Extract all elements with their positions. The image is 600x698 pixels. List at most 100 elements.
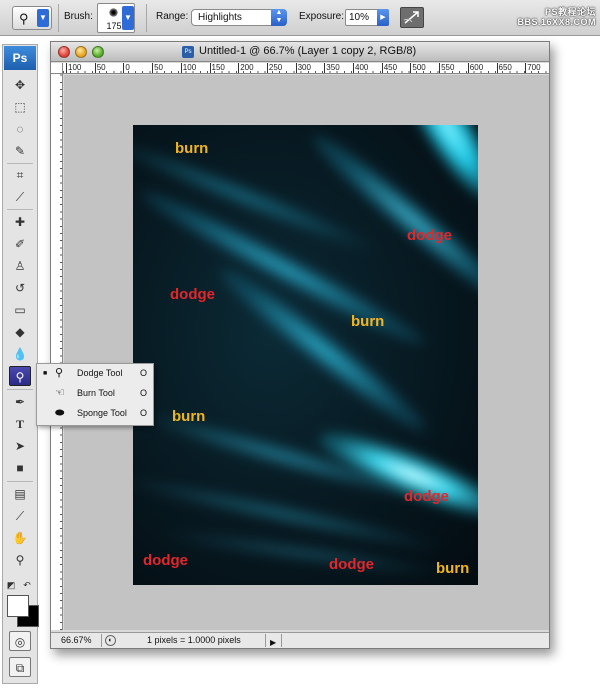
document-titlebar[interactable]: Ps Untitled-1 @ 66.7% (Layer 1 copy 2, R… [51,42,549,62]
ruler-label: 50 [96,63,106,72]
status-menu-arrow-icon[interactable]: ▶ [270,635,276,650]
shape-tool-icon[interactable]: ■ [9,458,31,478]
ruler-label: 250 [268,63,283,72]
notes-tool-icon[interactable]: ▤ [9,484,31,504]
ruler-label: 450 [383,63,398,72]
flyout-item-dodge[interactable]: ■ ⚲ Dodge Tool O [37,364,153,383]
history-brush-tool-icon[interactable]: ↺ [9,278,31,298]
healing-brush-tool-icon[interactable]: ✚ [9,212,31,232]
ruler-label: 0 [125,63,130,72]
annotation-label: dodge [329,556,374,573]
divider [7,389,33,390]
divider [281,634,282,647]
move-tool-icon[interactable]: ✥ [9,75,31,95]
divider [265,634,266,647]
flyout-item-label: Burn Tool [77,388,115,398]
eyedropper-tool-icon[interactable]: ⟋ [9,506,31,526]
ruler-origin[interactable] [51,63,63,74]
zoom-tool-icon[interactable]: ⚲ [9,550,31,570]
status-info: 1 pixels = 1.0000 pixels [147,635,241,645]
brush-label: Brush: [64,11,93,22]
artwork-canvas[interactable]: burn dodge dodge burn burn dodge dodge d… [133,125,478,585]
up-down-arrows-icon: ▲ ▼ [271,9,287,26]
ruler-tick [94,63,96,73]
ruler-tick [152,63,154,73]
ruler-label: 500 [412,63,426,72]
clone-stamp-tool-icon[interactable]: ♙ [9,256,31,276]
quick-mask-icon[interactable]: ◎ [9,631,31,651]
ruler-tick [324,63,326,73]
lasso-tool-icon[interactable]: ◌ [9,119,31,139]
range-value: Highlights [198,12,242,23]
default-colors-icon[interactable]: ◩ [5,575,17,595]
exposure-field[interactable]: 10% ▶ [345,9,389,26]
ruler-tick [353,63,354,73]
swap-colors-icon[interactable]: ↶ [21,575,33,595]
vertical-ruler[interactable] [51,74,63,630]
flyout-item-burn[interactable]: ☜ Burn Tool O [37,384,153,403]
ruler-tick [295,63,297,73]
psd-file-icon: Ps [182,46,194,58]
annotation-label: dodge [170,286,215,303]
burn-icon: ☜ [55,387,65,399]
divider [7,163,33,164]
pen-tool-icon[interactable]: ✒ [9,392,31,412]
foreground-color-swatch[interactable] [7,595,29,617]
ruler-label: 50 [154,63,163,72]
flyout-item-shortcut: O [139,408,147,418]
ruler-label: 150 [211,63,225,72]
horizontal-ruler[interactable]: 100 50 0 50 100 150 200 250 300 350 400 450 500 550 60… [63,63,549,74]
annotation-label: burn [172,408,206,425]
paint-bucket-tool-icon[interactable]: ◆ [9,322,31,342]
slice-tool-icon[interactable]: ⟋ [9,187,31,207]
brush-tool-icon[interactable]: ✐ [9,234,31,254]
divider [58,4,59,32]
airbrush-icon [403,11,419,24]
exposure-slider-arrow-icon: ▶ [377,9,389,26]
range-select[interactable]: Highlights ▲ ▼ [191,9,287,26]
magic-wand-tool-icon[interactable]: ✎ [9,141,31,161]
ruler-label: 550 [441,63,455,72]
path-selection-tool-icon[interactable]: ➤ [9,436,31,456]
type-tool-icon[interactable]: T [9,414,31,434]
dodge-tool-icon[interactable]: ⚲ [9,366,31,386]
annotation-label: burn [175,140,209,157]
brush-tip-icon [109,8,118,17]
brush-dropdown-button[interactable]: ▼ [122,6,134,30]
ruler-tick [266,63,268,73]
ruler-tick [410,63,412,73]
marquee-tool-icon[interactable]: ⬚ [9,97,31,117]
zoom-level[interactable]: 66.67% [61,633,92,648]
ruler-tick [381,63,383,73]
watermark-line-2: BBS.16XX8.COM [517,17,596,27]
divider [101,634,102,647]
tool-preset-picker[interactable]: ⚲ ▼ [12,6,52,30]
light-streak [153,524,453,582]
ruler-tick [496,63,498,73]
close-button[interactable] [58,46,70,58]
minimize-button[interactable] [75,46,87,58]
hand-tool-icon[interactable]: ✋ [9,528,31,548]
eraser-tool-icon[interactable]: ▭ [9,300,31,320]
ruler-label: 100 [68,63,82,72]
zoom-button[interactable] [92,46,104,58]
screen-mode-icon[interactable]: ⧉ [9,657,31,677]
blur-tool-icon[interactable]: 💧 [9,344,31,364]
ruler-label: 650 [498,63,512,72]
divider [146,4,147,32]
divider [7,481,33,482]
dodge-tool-icon: ⚲ [19,11,29,26]
crop-tool-icon[interactable]: ⌗ [9,165,31,185]
ruler-tick [525,63,527,73]
ruler-label: 200 [240,63,254,72]
sponge-icon: ⬬ [55,407,65,419]
exposure-label: Exposure: [299,11,345,22]
status-info-icon[interactable]: ◐ [105,635,116,646]
ruler-tick [439,63,441,73]
ruler-label: 300 [297,63,311,72]
flyout-item-sponge[interactable]: ⬬ Sponge Tool O [37,404,153,423]
exposure-value: 10% [349,12,370,23]
flyout-item-shortcut: O [139,368,147,378]
annotation-label: dodge [404,488,449,505]
airbrush-button[interactable] [400,7,424,28]
